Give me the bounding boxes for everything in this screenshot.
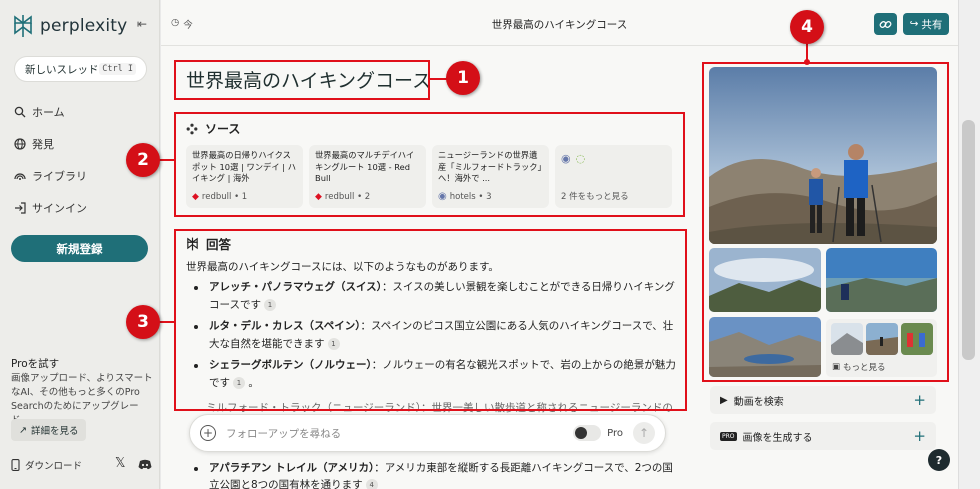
scrollbar-thumb[interactable] [962, 120, 975, 360]
new-thread-label: 新しいスレッド [25, 63, 99, 76]
citation-badge[interactable]: 4 [365, 479, 378, 489]
annotation-dot-4 [804, 59, 810, 65]
new-thread-shortcut: Ctrl I [99, 63, 136, 75]
sidebar-item-home[interactable]: ホーム [14, 104, 65, 120]
plus-icon: + [913, 391, 926, 409]
video-icon: ▶ [720, 394, 728, 406]
answer-item-name: アパラチアン トレイル（アメリカ） [209, 462, 375, 474]
send-arrow-icon[interactable]: ↑ [633, 422, 655, 444]
sidebar-item-library[interactable]: ライブラリ [14, 168, 87, 184]
pro-toggle-label: Pro [607, 427, 623, 439]
sidebar-item-discover[interactable]: 発見 [14, 136, 54, 152]
logo[interactable]: perplexity [12, 14, 127, 38]
annotation-box-4 [702, 62, 949, 382]
help-button[interactable]: ? [928, 449, 950, 471]
sidebar-item-label: 発見 [32, 138, 54, 151]
generate-image-label: 画像を生成する [742, 432, 813, 444]
annotation-badge-3: 3 [126, 305, 160, 339]
plus-icon: + [913, 427, 926, 445]
link-icon [879, 20, 892, 28]
answer-item: アパラチアン トレイル（アメリカ）：アメリカ東部を縦断する長距離ハイキングコース… [191, 460, 681, 489]
annotation-box-1 [174, 60, 430, 100]
share-icon: ↪ [909, 18, 919, 30]
collapse-sidebar-icon[interactable]: ⇤ [137, 17, 147, 31]
logo-text: perplexity [40, 16, 128, 36]
pro-promo-title: Proを試す [11, 358, 60, 370]
share-label: 共有 [921, 18, 943, 31]
annotation-badge-2: 2 [126, 143, 160, 177]
search-videos-button[interactable]: ▶ 動画を検索 + [710, 386, 936, 414]
discord-icon[interactable] [138, 459, 152, 470]
top-bar: ◷ 今 世界最高のハイキングコース ↪ 共有 [161, 0, 958, 46]
new-thread-button[interactable]: 新しいスレッド Ctrl I [14, 56, 147, 82]
generate-image-button[interactable]: PRO 画像を生成する + [710, 422, 936, 450]
copy-link-button[interactable] [874, 13, 897, 35]
sign-in-icon [15, 202, 26, 214]
learn-more-button[interactable]: ↗ 詳細を見る [11, 419, 87, 441]
download-link[interactable]: ダウンロード [11, 458, 82, 472]
globe-icon [14, 138, 26, 150]
annotation-box-3 [174, 229, 687, 411]
library-icon [14, 173, 26, 180]
x-icon[interactable]: 𝕏 [115, 456, 125, 471]
signup-button[interactable]: 新規登録 [11, 235, 148, 262]
annotation-badge-4: 4 [790, 10, 824, 44]
sidebar-item-label: ライブラリ [32, 170, 87, 183]
share-button[interactable]: ↪ 共有 [903, 13, 949, 35]
sidebar-item-label: ホーム [32, 106, 65, 119]
download-label: ダウンロード [25, 461, 83, 472]
arrow-up-right-icon: ↗ [19, 424, 27, 436]
pro-toggle[interactable] [573, 425, 602, 441]
sidebar: perplexity ⇤ 新しいスレッド Ctrl I ホーム 発見 ライブラリ… [0, 0, 160, 489]
sidebar-item-signin[interactable]: サインイン [14, 200, 87, 216]
sidebar-item-label: サインイン [32, 202, 87, 215]
search-videos-label: 動画を検索 [733, 396, 784, 408]
pro-badge-icon: PRO [720, 431, 737, 441]
attach-plus-icon[interactable]: + [200, 425, 216, 441]
perplexity-logo-icon [14, 15, 32, 37]
annotation-badge-1: 1 [446, 61, 480, 95]
annotation-box-2 [174, 112, 685, 217]
thread-title: 世界最高のハイキングコース [491, 19, 628, 31]
phone-icon [11, 459, 20, 471]
search-icon [14, 106, 26, 118]
followup-input[interactable]: フォローアップを尋ねる [226, 426, 341, 441]
followup-box[interactable]: + フォローアップを尋ねる Pro ↑ [189, 414, 666, 452]
learn-more-label: 詳細を見る [30, 426, 79, 437]
